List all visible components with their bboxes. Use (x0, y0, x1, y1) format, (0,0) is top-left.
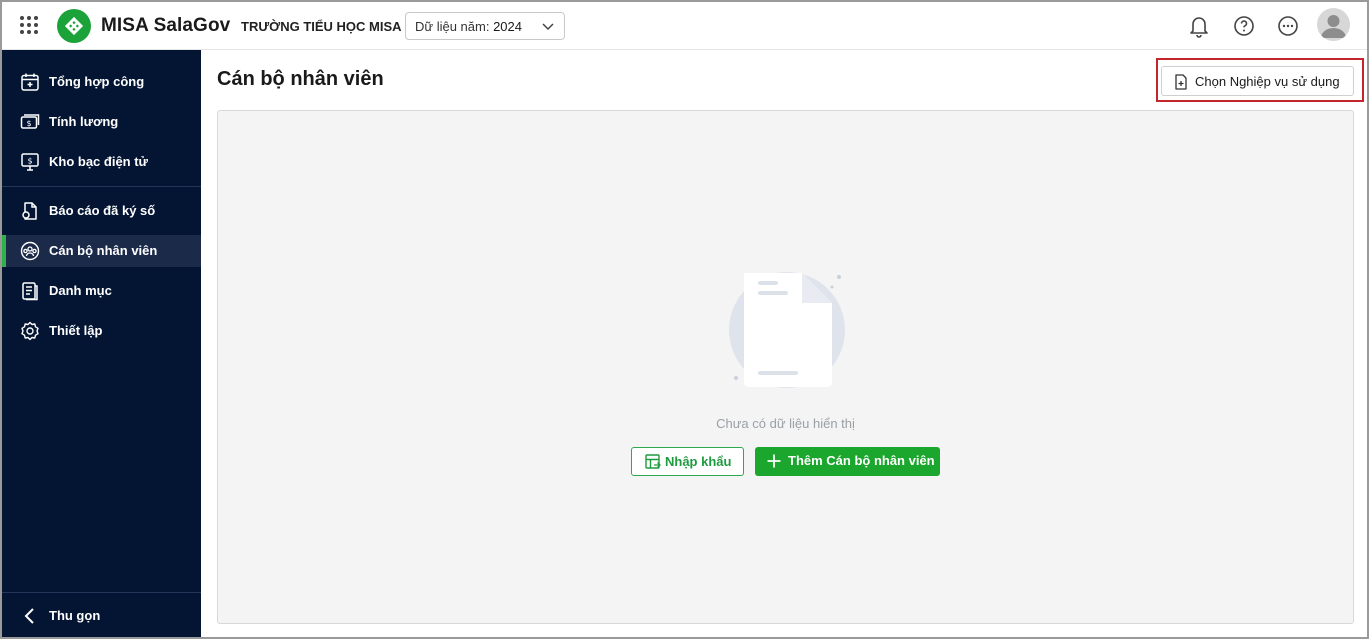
school-name: TRƯỜNG TIỂU HỌC MISA (241, 19, 402, 34)
year-select-value: 2024 (493, 19, 522, 34)
sidebar-collapse-label: Thu gọn (49, 608, 101, 623)
more-icon[interactable] (1276, 14, 1300, 38)
money-icon: $ (20, 114, 40, 129)
file-plus-icon (1175, 74, 1187, 90)
table-import-icon (645, 454, 661, 469)
import-button[interactable]: Nhập khẩu (631, 447, 744, 476)
sidebar: Tổng hợp công $ Tính lương $ Kho bạc điệ… (2, 50, 201, 637)
year-select[interactable]: Dữ liệu năm: 2024 (405, 12, 565, 40)
add-staff-button[interactable]: Thêm Cán bộ nhân viên (755, 447, 940, 476)
misa-logo (57, 9, 91, 43)
sidebar-item-kho-bac[interactable]: $ Kho bạc điện tử (2, 146, 201, 178)
svg-text:$: $ (27, 157, 32, 166)
sidebar-collapse-button[interactable]: Thu gọn (2, 600, 201, 632)
staff-group-icon (20, 241, 40, 261)
calendar-plus-icon (21, 73, 39, 91)
sidebar-item-label: Tính lương (49, 114, 119, 129)
chevron-down-icon (542, 23, 554, 31)
empty-state-text: Chưa có dữ liệu hiển thị (2, 416, 1367, 431)
monitor-dollar-icon: $ (21, 153, 39, 171)
empty-state-label: Chưa có dữ liệu hiển thị (716, 416, 855, 431)
sidebar-item-bao-cao-ky-so[interactable]: Báo cáo đã ký số (2, 195, 201, 227)
avatar[interactable] (1317, 8, 1350, 41)
top-bar: MISA SalaGov TRƯỜNG TIỂU HỌC MISA Dữ liệ… (2, 2, 1367, 50)
year-select-label: Dữ liệu năm: (415, 19, 490, 34)
sidebar-item-label: Kho bạc điện tử (49, 154, 148, 169)
chevron-left-icon (24, 608, 34, 624)
sidebar-item-thiet-lap[interactable]: Thiết lập (2, 315, 201, 347)
sidebar-divider (2, 186, 201, 187)
help-icon[interactable] (1232, 14, 1256, 38)
page-title: Cán bộ nhân viên (217, 68, 384, 90)
sidebar-item-tong-hop-cong[interactable]: Tổng hợp công (2, 66, 201, 98)
add-staff-button-label: Thêm Cán bộ nhân viên (788, 453, 935, 468)
sidebar-item-label: Tổng hợp công (49, 74, 145, 89)
sidebar-item-label: Danh mục (49, 283, 112, 298)
app-grid-icon[interactable] (19, 15, 39, 35)
sidebar-item-label: Cán bộ nhân viên (49, 243, 158, 258)
signed-report-icon (22, 202, 37, 220)
brand-name: MISA SalaGov (101, 15, 231, 36)
import-button-label: Nhập khẩu (665, 454, 732, 469)
catalog-icon (22, 282, 38, 301)
sidebar-item-label: Thiết lập (49, 323, 103, 338)
sidebar-item-can-bo-nhan-vien[interactable]: Cán bộ nhân viên (2, 235, 201, 267)
plus-icon (767, 454, 781, 468)
sidebar-item-danh-muc[interactable]: Danh mục (2, 275, 201, 307)
sidebar-item-label: Báo cáo đã ký số (49, 203, 156, 218)
sidebar-divider (2, 592, 201, 593)
svg-text:$: $ (26, 119, 31, 128)
bell-icon[interactable] (1187, 14, 1211, 38)
choose-business-label: Chọn Nghiệp vụ sử dụng (1195, 74, 1340, 89)
choose-business-button[interactable]: Chọn Nghiệp vụ sử dụng (1161, 66, 1354, 96)
app-window: MISA SalaGov TRƯỜNG TIỂU HỌC MISA Dữ liệ… (0, 0, 1369, 639)
sidebar-item-tinh-luong[interactable]: $ Tính lương (2, 106, 201, 138)
empty-document-illustration (722, 265, 852, 395)
gear-icon (21, 321, 39, 341)
